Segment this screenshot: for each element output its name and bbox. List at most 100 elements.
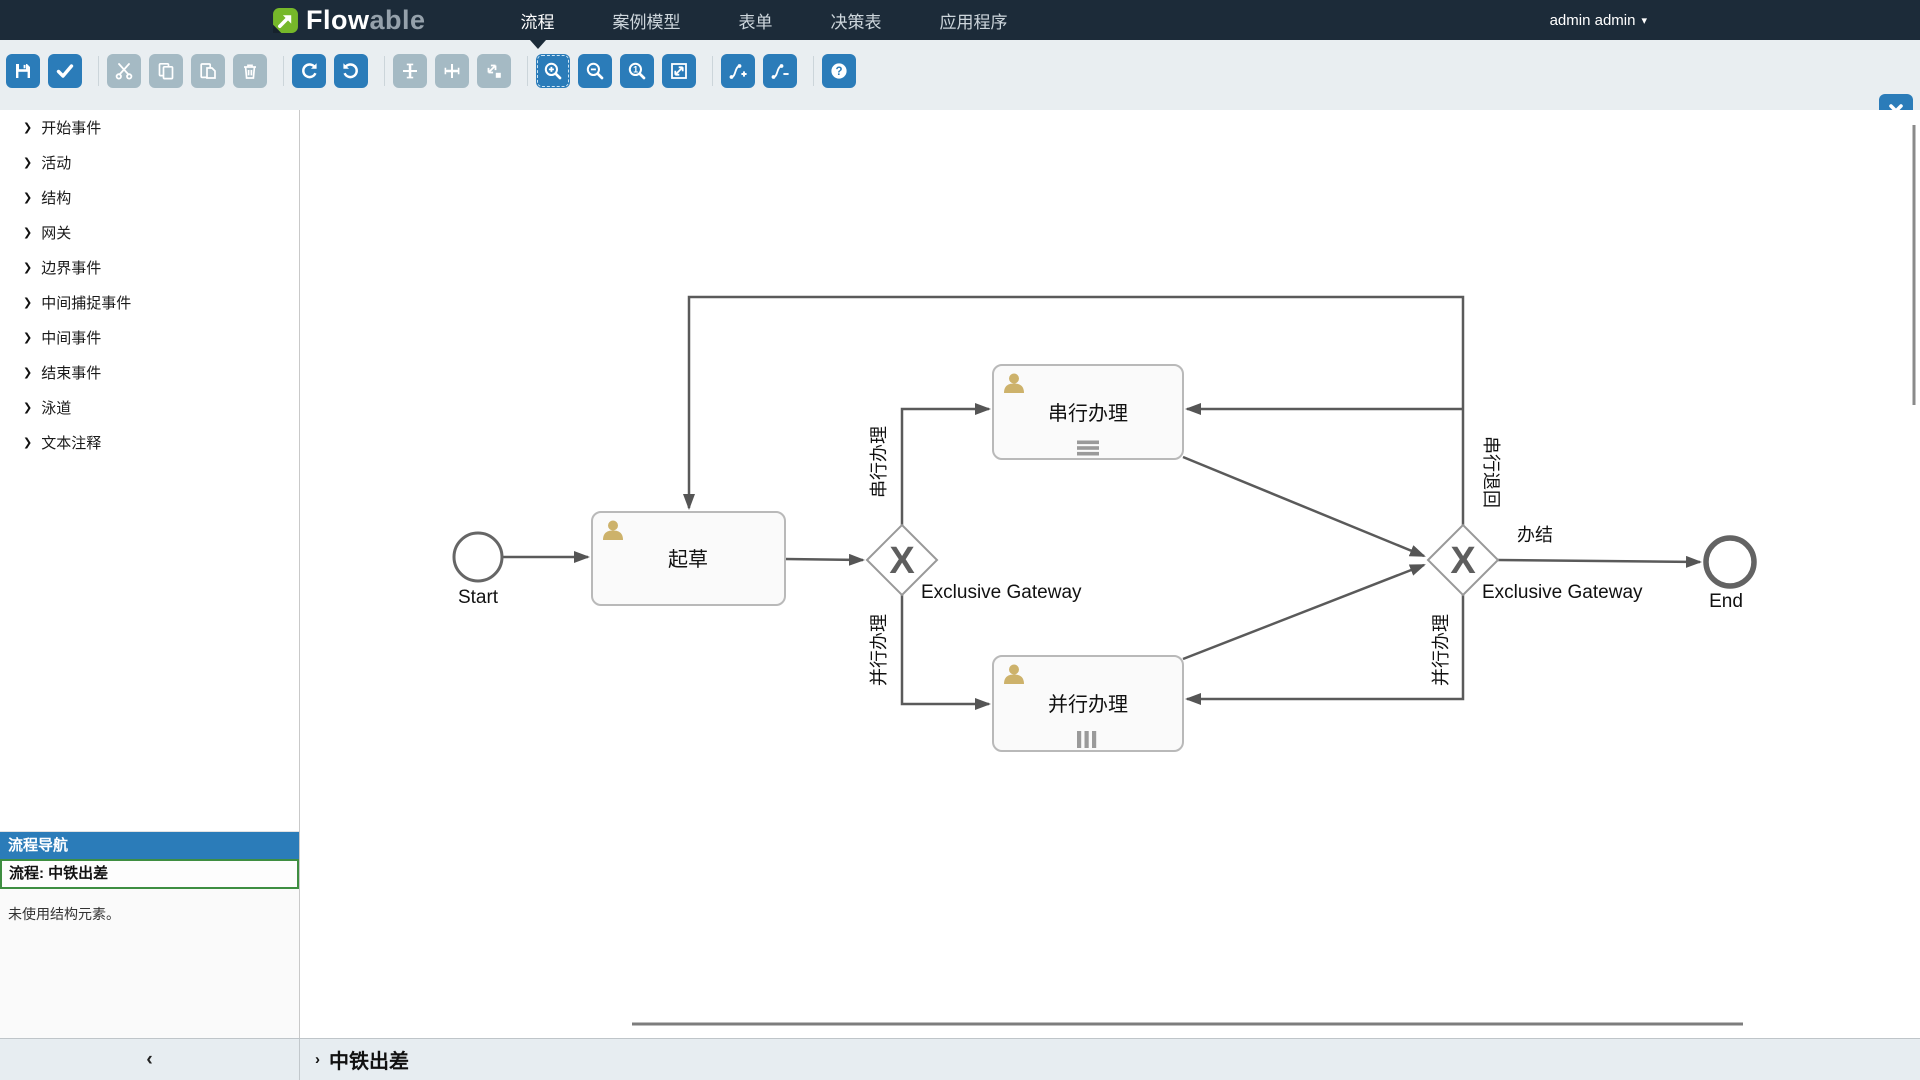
tab-case-models[interactable]: 案例模型 [613, 0, 681, 40]
exclusive-gateway-x-icon: X [889, 540, 915, 582]
chevron-right-icon [23, 296, 32, 309]
user-task-serial[interactable]: 串行办理 [993, 365, 1183, 459]
tab-decision-tables[interactable]: 决策表 [831, 0, 882, 40]
palette-group-intermediate-catching-events[interactable]: 中间捕捉事件 [0, 285, 299, 320]
user-menu[interactable]: admin admin ▾ [1550, 0, 1647, 40]
zoom-out-icon [585, 61, 605, 81]
align-horizontal-icon [442, 61, 462, 81]
edge-gateway1-to-parallel[interactable] [902, 595, 989, 704]
shape-palette-sidebar: 开始事件 活动 结构 网关 边界事件 中间捕捉事件 中间事件 结束事件 泳道 文… [0, 110, 300, 1038]
palette-group-swimlanes[interactable]: 泳道 [0, 390, 299, 425]
zoom-actual-button[interactable]: 1 [620, 54, 654, 88]
end-event-node[interactable] [1706, 538, 1754, 586]
edge-draft-to-gateway1[interactable] [785, 559, 863, 560]
edge-gateway2-return-to-parallel[interactable] [1187, 595, 1463, 699]
add-bendpoint-button[interactable] [721, 54, 755, 88]
toolbar-separator [527, 56, 528, 86]
zoom-in-icon [543, 61, 563, 81]
palette-group-boundary-events[interactable]: 边界事件 [0, 250, 299, 285]
user-task-parallel[interactable]: 并行办理 [993, 656, 1183, 751]
validate-button[interactable] [48, 54, 82, 88]
user-task-draft[interactable]: 起草 [592, 512, 785, 605]
user-task-label: 起草 [668, 548, 708, 571]
flowable-logo-icon [272, 7, 299, 34]
redo-button[interactable] [292, 54, 326, 88]
parallel-multi-instance-icon [1077, 731, 1096, 748]
same-size-icon [484, 61, 504, 81]
user-task-label: 串行办理 [1048, 402, 1128, 425]
redo-icon [299, 61, 319, 81]
palette-group-label: 中间捕捉事件 [41, 292, 131, 313]
chevron-right-icon [23, 436, 32, 449]
remove-bendpoint-icon [770, 61, 790, 81]
zoom-actual-icon: 1 [627, 61, 647, 81]
cut-icon [114, 61, 134, 81]
paste-icon [198, 61, 218, 81]
process-title-bar: › 中铁出差 [300, 1039, 1920, 1080]
align-vertical-button [393, 54, 427, 88]
caret-down-icon: ▾ [1641, 14, 1647, 27]
palette-group-text-annotation[interactable]: 文本注释 [0, 425, 299, 460]
palette-group-label: 活动 [41, 152, 71, 173]
copy-icon [156, 61, 176, 81]
palette-group-gateways[interactable]: 网关 [0, 215, 299, 250]
top-navbar: Flowable 流程 案例模型 表单 决策表 应用程序 admin admin… [0, 0, 1920, 40]
edge-gateway1-to-serial[interactable] [902, 409, 989, 525]
current-process-item[interactable]: 流程: 中铁出差 [0, 859, 299, 889]
zoom-fit-button[interactable] [662, 54, 696, 88]
chevron-right-icon [23, 191, 32, 204]
palette-group-intermediate-events[interactable]: 中间事件 [0, 320, 299, 355]
brand-name: Flowable [306, 5, 426, 36]
save-button[interactable] [6, 54, 40, 88]
palette-group-structural[interactable]: 结构 [0, 180, 299, 215]
undo-icon [341, 61, 361, 81]
edge-gateway2-to-end[interactable] [1498, 560, 1700, 562]
start-event-node[interactable] [454, 533, 502, 581]
palette-group-label: 文本注释 [41, 432, 101, 453]
user-task-label: 并行办理 [1048, 693, 1128, 716]
chevron-right-icon [23, 226, 32, 239]
process-title[interactable]: 中铁出差 [329, 1045, 409, 1074]
tab-processes[interactable]: 流程 [521, 0, 555, 40]
chevron-right-icon [23, 261, 32, 274]
same-size-button [477, 54, 511, 88]
delete-button [233, 54, 267, 88]
zoom-in-button[interactable] [536, 54, 570, 88]
toolbar-separator [712, 56, 713, 86]
toolbar-separator [813, 56, 814, 86]
palette-group-label: 结构 [41, 187, 71, 208]
palette-group-label: 泳道 [41, 397, 71, 418]
edge-serial-to-gateway2[interactable] [1183, 457, 1424, 556]
toolbar-separator [98, 56, 99, 86]
edge-label-parallel-return: 并行办理 [1431, 614, 1451, 686]
palette-group-label: 网关 [41, 222, 71, 243]
tab-apps[interactable]: 应用程序 [940, 0, 1008, 40]
edge-parallel-to-gateway2[interactable] [1183, 565, 1424, 659]
palette-group-start-events[interactable]: 开始事件 [0, 110, 299, 145]
editor-toolbar: 1 [0, 40, 1920, 110]
edge-label-to-parallel: 并行办理 [869, 614, 889, 686]
tab-forms[interactable]: 表单 [739, 0, 773, 40]
collapse-sidebar-icon[interactable]: ‹ [146, 1049, 152, 1071]
process-navigator-header: 流程导航 [0, 832, 299, 859]
sidebar-footer: ‹ [0, 1039, 300, 1080]
remove-bendpoint-button[interactable] [763, 54, 797, 88]
bpmn-canvas[interactable]: Start 起草 X Exclusive Gateway [301, 110, 1920, 1038]
help-button[interactable]: ? [822, 54, 856, 88]
edge-label-serial-return: 串行退回 [1481, 436, 1501, 508]
zoom-fit-icon [669, 61, 689, 81]
palette-group-end-events[interactable]: 结束事件 [0, 355, 299, 390]
bpmn-diagram: Start 起草 X Exclusive Gateway [301, 110, 1920, 1038]
chevron-right-icon [23, 156, 32, 169]
bottom-bar: ‹ › 中铁出差 [0, 1038, 1920, 1080]
undo-button[interactable] [334, 54, 368, 88]
edge-label-finish: 办结 [1517, 525, 1553, 545]
zoom-out-button[interactable] [578, 54, 612, 88]
palette-group-activities[interactable]: 活动 [0, 145, 299, 180]
navigator-empty-note: 未使用结构元素。 [0, 904, 299, 924]
end-event-label: End [1709, 591, 1743, 612]
flowable-logo[interactable]: Flowable [272, 5, 426, 36]
add-bendpoint-icon [728, 61, 748, 81]
palette-group-label: 结束事件 [41, 362, 101, 383]
sequential-multi-instance-icon [1077, 441, 1099, 456]
